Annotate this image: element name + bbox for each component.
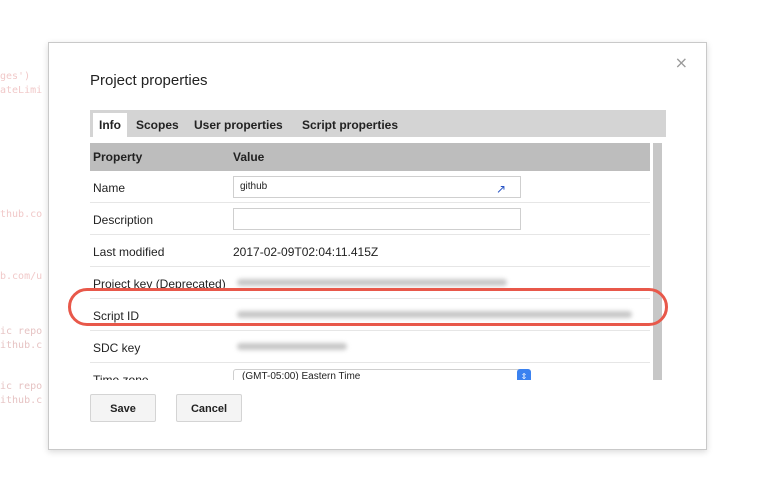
last-modified-value: 2017-02-09T02:04:11.415Z: [233, 245, 379, 259]
column-header-property: Property: [93, 150, 143, 164]
property-name-label: Name: [93, 181, 126, 195]
code-line: ic repo: [0, 381, 43, 392]
table-row: Last modified 2017-02-09T02:04:11.415Z: [90, 235, 650, 267]
code-line: ateLimi: [0, 85, 43, 96]
script-id-highlight: [68, 288, 668, 326]
table-row: Name github ↗: [90, 171, 650, 203]
column-header-value: Value: [233, 150, 265, 164]
description-field[interactable]: [233, 208, 521, 230]
tab-scopes[interactable]: Scopes: [130, 113, 185, 137]
redacted-sdc-key: [237, 343, 347, 350]
property-time-zone-label: Time zone: [93, 373, 149, 380]
table-row: SDC key: [90, 331, 650, 363]
code-line: ithub.c: [0, 340, 43, 351]
dialog-title: Project properties: [90, 72, 208, 89]
tab-bar: Info Scopes User properties Script prope…: [90, 110, 666, 137]
name-field-value: github: [240, 181, 268, 192]
tab-user-properties[interactable]: User properties: [188, 113, 289, 137]
time-zone-select[interactable]: (GMT-05:00) Eastern Time ⇕: [233, 369, 531, 380]
table-header: Property Value: [90, 143, 650, 171]
property-sdc-key-label: SDC key: [93, 341, 141, 355]
time-zone-value: (GMT-05:00) Eastern Time: [242, 371, 361, 380]
property-description-label: Description: [93, 213, 154, 227]
property-last-modified-label: Last modified: [93, 245, 165, 259]
code-line: thub.co: [0, 209, 43, 220]
code-line: ges'): [0, 71, 31, 82]
save-button[interactable]: Save: [90, 394, 156, 422]
properties-table: Property Value Name github ↗ Description…: [90, 143, 666, 380]
tab-script-properties[interactable]: Script properties: [296, 113, 404, 137]
scrollbar[interactable]: [653, 143, 662, 380]
tab-info[interactable]: Info: [93, 113, 127, 137]
select-arrow-icon[interactable]: ⇕: [517, 369, 531, 380]
code-line: ithub.c: [0, 395, 43, 406]
close-icon[interactable]: ×: [675, 55, 688, 71]
edit-icon[interactable]: ↗: [496, 179, 506, 199]
project-properties-dialog: × Project properties Info Scopes User pr…: [48, 42, 707, 450]
redacted-project-key: [237, 279, 507, 286]
code-line: b.com/u: [0, 271, 43, 282]
code-line: ic repo: [0, 326, 43, 337]
table-row: Description: [90, 203, 650, 235]
cancel-button[interactable]: Cancel: [176, 394, 242, 422]
name-field[interactable]: github ↗: [233, 176, 521, 198]
table-row: Time zone (GMT-05:00) Eastern Time ⇕: [90, 363, 650, 380]
